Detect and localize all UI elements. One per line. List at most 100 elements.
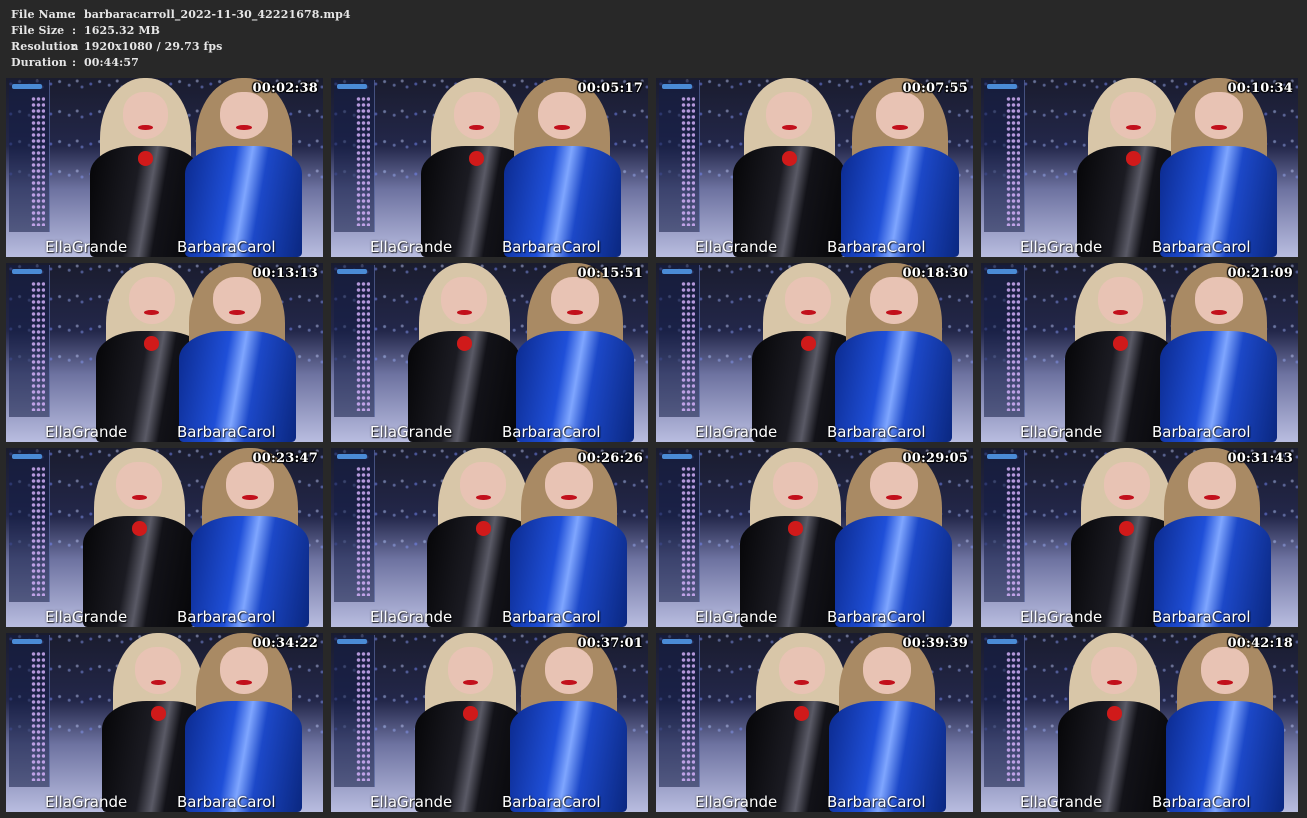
performer-name-right: BarbaraCarol bbox=[502, 793, 601, 811]
thumbnail-timestamp: 00:07:55 bbox=[902, 81, 968, 96]
performer-name-left: EllaGrande bbox=[370, 793, 453, 811]
red-ball-gag bbox=[1112, 336, 1129, 351]
file-name-value: barbaracarroll_2022-11-30_42221678.mp4 bbox=[84, 8, 351, 21]
duration-label: Duration bbox=[11, 56, 67, 69]
performer-name-right: BarbaraCarol bbox=[1152, 793, 1251, 811]
thumbnail-timestamp: 00:37:01 bbox=[577, 636, 643, 651]
lips bbox=[787, 494, 804, 500]
performer-right bbox=[502, 633, 635, 812]
performer-right bbox=[496, 78, 629, 257]
face bbox=[1097, 277, 1144, 324]
thumbnail-timestamp: 00:34:22 bbox=[252, 636, 318, 651]
performer-right bbox=[1159, 633, 1292, 812]
performer-name-left: EllaGrande bbox=[45, 793, 128, 811]
performer-name-right: BarbaraCarol bbox=[1152, 608, 1251, 626]
face bbox=[116, 462, 162, 509]
video-thumbnail: 00:26:26 EllaGrande BarbaraCarol bbox=[331, 448, 648, 627]
performer-name-right: BarbaraCarol bbox=[502, 423, 601, 441]
lips bbox=[235, 679, 252, 685]
performer-right bbox=[177, 78, 310, 257]
lips bbox=[131, 494, 147, 500]
red-ball-gag bbox=[469, 151, 485, 166]
lovense-overlay-panel bbox=[334, 635, 375, 787]
performer-name-right: BarbaraCarol bbox=[827, 793, 926, 811]
video-thumbnail: 00:15:51 EllaGrande BarbaraCarol bbox=[331, 263, 648, 442]
lips bbox=[475, 494, 491, 500]
duration-row: Duration : 00:44:57 bbox=[11, 55, 351, 71]
performer-right bbox=[184, 448, 317, 627]
duration-value: 00:44:57 bbox=[84, 56, 139, 69]
red-ball-gag bbox=[1106, 706, 1122, 721]
video-thumbnail: 00:02:38 EllaGrande BarbaraCarol bbox=[6, 78, 323, 257]
thumbnail-timestamp: 00:05:17 bbox=[577, 81, 643, 96]
performer-name-right: BarbaraCarol bbox=[177, 238, 276, 256]
performer-right bbox=[1146, 448, 1279, 627]
thumbnail-timestamp: 00:10:34 bbox=[1227, 81, 1293, 96]
video-thumbnail: 00:10:34 EllaGrande BarbaraCarol bbox=[981, 78, 1298, 257]
red-ball-gag bbox=[462, 706, 479, 721]
lips bbox=[1112, 309, 1129, 315]
face bbox=[876, 92, 925, 139]
thumbnail-timestamp: 00:42:18 bbox=[1227, 636, 1293, 651]
file-name-separator: : bbox=[72, 8, 77, 21]
performer-right bbox=[177, 633, 310, 812]
lips bbox=[235, 124, 252, 130]
video-thumbnail: 00:18:30 EllaGrande BarbaraCarol bbox=[656, 263, 973, 442]
face bbox=[538, 92, 587, 139]
performer-name-right: BarbaraCarol bbox=[827, 238, 926, 256]
resolution-value: 1920x1080 / 29.73 fps bbox=[84, 40, 223, 53]
lips bbox=[567, 309, 584, 315]
file-size-label: File Size bbox=[11, 24, 65, 37]
lips bbox=[469, 124, 485, 130]
lovense-overlay-panel bbox=[659, 450, 700, 602]
file-size-separator: : bbox=[72, 24, 77, 37]
video-thumbnail: 00:29:05 EllaGrande BarbaraCarol bbox=[656, 448, 973, 627]
lovense-overlay-panel bbox=[984, 635, 1025, 787]
lips bbox=[1210, 124, 1227, 130]
thumbnail-timestamp: 00:26:26 bbox=[577, 451, 643, 466]
performer-right bbox=[827, 448, 960, 627]
face bbox=[122, 92, 169, 139]
performer-right bbox=[834, 78, 967, 257]
lips bbox=[229, 309, 246, 315]
lips bbox=[137, 124, 154, 130]
file-name-row: File Name : barbaracarroll_2022-11-30_42… bbox=[11, 7, 351, 23]
lips bbox=[781, 124, 797, 130]
lips bbox=[554, 124, 571, 130]
face bbox=[544, 647, 593, 694]
lips bbox=[1125, 124, 1141, 130]
performer-name-left: EllaGrande bbox=[1020, 793, 1103, 811]
resolution-separator: : bbox=[72, 40, 77, 53]
resolution-label: Resolution bbox=[11, 40, 79, 53]
lips bbox=[560, 494, 577, 500]
performer-name-right: BarbaraCarol bbox=[827, 423, 926, 441]
video-thumbnail: 00:23:47 EllaGrande BarbaraCarol bbox=[6, 448, 323, 627]
face bbox=[213, 277, 262, 324]
lips bbox=[456, 309, 472, 315]
performer-name-left: EllaGrande bbox=[695, 608, 778, 626]
lovense-overlay-panel bbox=[9, 80, 50, 232]
thumbnail-timestamp: 00:23:47 bbox=[252, 451, 318, 466]
face bbox=[453, 92, 500, 139]
face bbox=[219, 92, 268, 139]
performer-name-left: EllaGrande bbox=[370, 608, 453, 626]
face bbox=[1201, 647, 1250, 694]
face bbox=[785, 277, 831, 324]
red-ball-gag bbox=[137, 151, 154, 166]
performer-name-left: EllaGrande bbox=[370, 238, 453, 256]
red-ball-gag bbox=[794, 706, 810, 721]
performer-name-right: BarbaraCarol bbox=[1152, 423, 1251, 441]
face bbox=[772, 462, 819, 509]
red-ball-gag bbox=[150, 706, 166, 721]
lips bbox=[242, 494, 259, 500]
face bbox=[447, 647, 494, 694]
thumbnail-timestamp: 00:15:51 bbox=[577, 266, 643, 281]
lovense-overlay-panel bbox=[9, 450, 50, 602]
face bbox=[226, 462, 275, 509]
video-thumbnail: 00:39:39 EllaGrande BarbaraCarol bbox=[656, 633, 973, 812]
thumbnail-timestamp: 00:18:30 bbox=[902, 266, 968, 281]
red-ball-gag bbox=[131, 521, 147, 536]
performer-name-left: EllaGrande bbox=[370, 423, 453, 441]
performer-name-right: BarbaraCarol bbox=[502, 238, 601, 256]
face bbox=[544, 462, 593, 509]
